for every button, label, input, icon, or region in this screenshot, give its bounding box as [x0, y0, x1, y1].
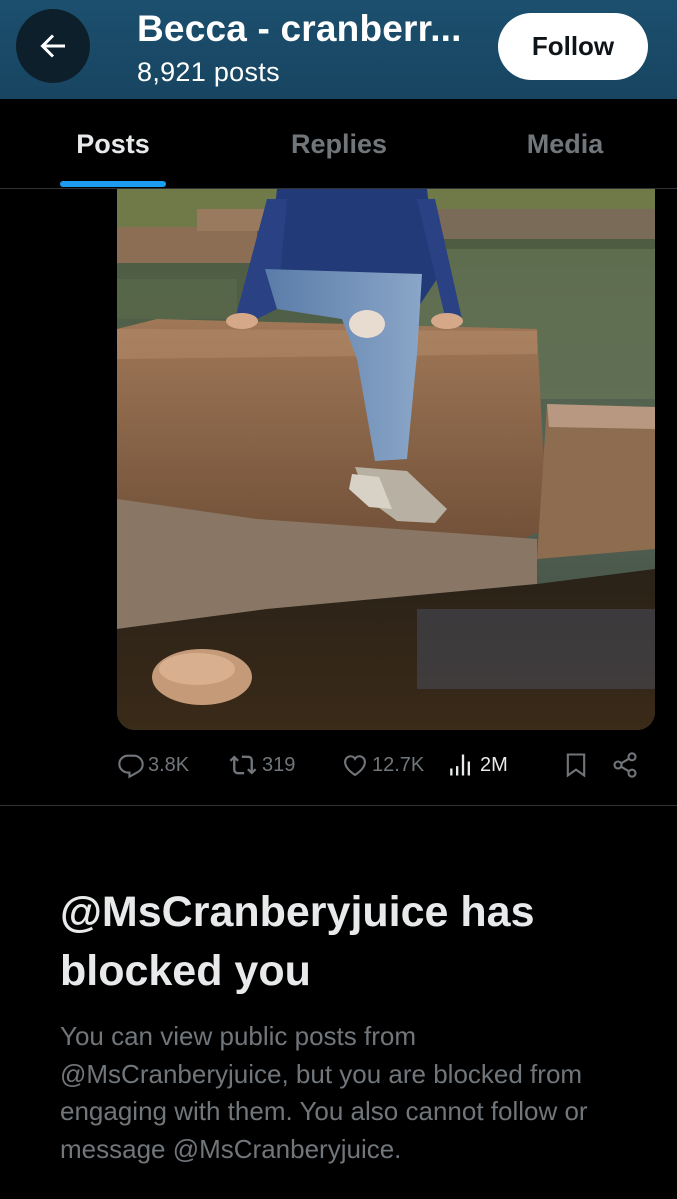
- reply-icon: [118, 754, 144, 779]
- profile-page: Becca - cranberr... 8,921 posts Follow P…: [0, 0, 677, 1199]
- profile-header: Becca - cranberr... 8,921 posts Follow: [0, 0, 677, 99]
- tab-replies[interactable]: Replies: [226, 99, 452, 189]
- active-tab-indicator: [60, 181, 166, 187]
- blocked-title: @MsCranberyjuice has blocked you: [60, 888, 535, 995]
- reply-button[interactable]: 3.8K: [117, 746, 189, 784]
- like-icon: [344, 755, 366, 777]
- tab-posts[interactable]: Posts: [0, 99, 226, 189]
- post-photo-illustration: [117, 189, 655, 730]
- share-button[interactable]: [611, 746, 639, 784]
- tab-media[interactable]: Media: [452, 99, 677, 189]
- divider: [0, 805, 677, 806]
- back-button[interactable]: [16, 9, 90, 83]
- reply-count: 3.8K: [148, 753, 190, 776]
- blocked-description: You can view public posts from @MsCranbe…: [60, 1021, 588, 1164]
- follow-button[interactable]: Follow: [498, 13, 648, 80]
- repost-button[interactable]: 319: [227, 746, 295, 784]
- like-count: 12.7K: [372, 753, 425, 776]
- profile-name: Becca - cranberr...: [137, 8, 462, 49]
- share-icon: [613, 752, 637, 778]
- post-action-bar: 3.8K 319 12.7K 2M: [117, 746, 657, 784]
- bookmark-button[interactable]: [562, 746, 590, 784]
- post-count: 8,921 posts: [137, 57, 280, 87]
- like-button[interactable]: 12.7K: [341, 746, 424, 784]
- views-button[interactable]: 2M: [449, 746, 508, 784]
- post-photo[interactable]: [117, 189, 655, 730]
- arrow-left-icon: [40, 34, 65, 58]
- repost-count: 319: [262, 753, 296, 776]
- bookmark-icon: [566, 753, 586, 778]
- repost-icon: [229, 755, 257, 775]
- views-count: 2M: [480, 753, 508, 776]
- profile-tabs: Posts Replies Media: [0, 99, 677, 189]
- views-icon: [450, 754, 470, 776]
